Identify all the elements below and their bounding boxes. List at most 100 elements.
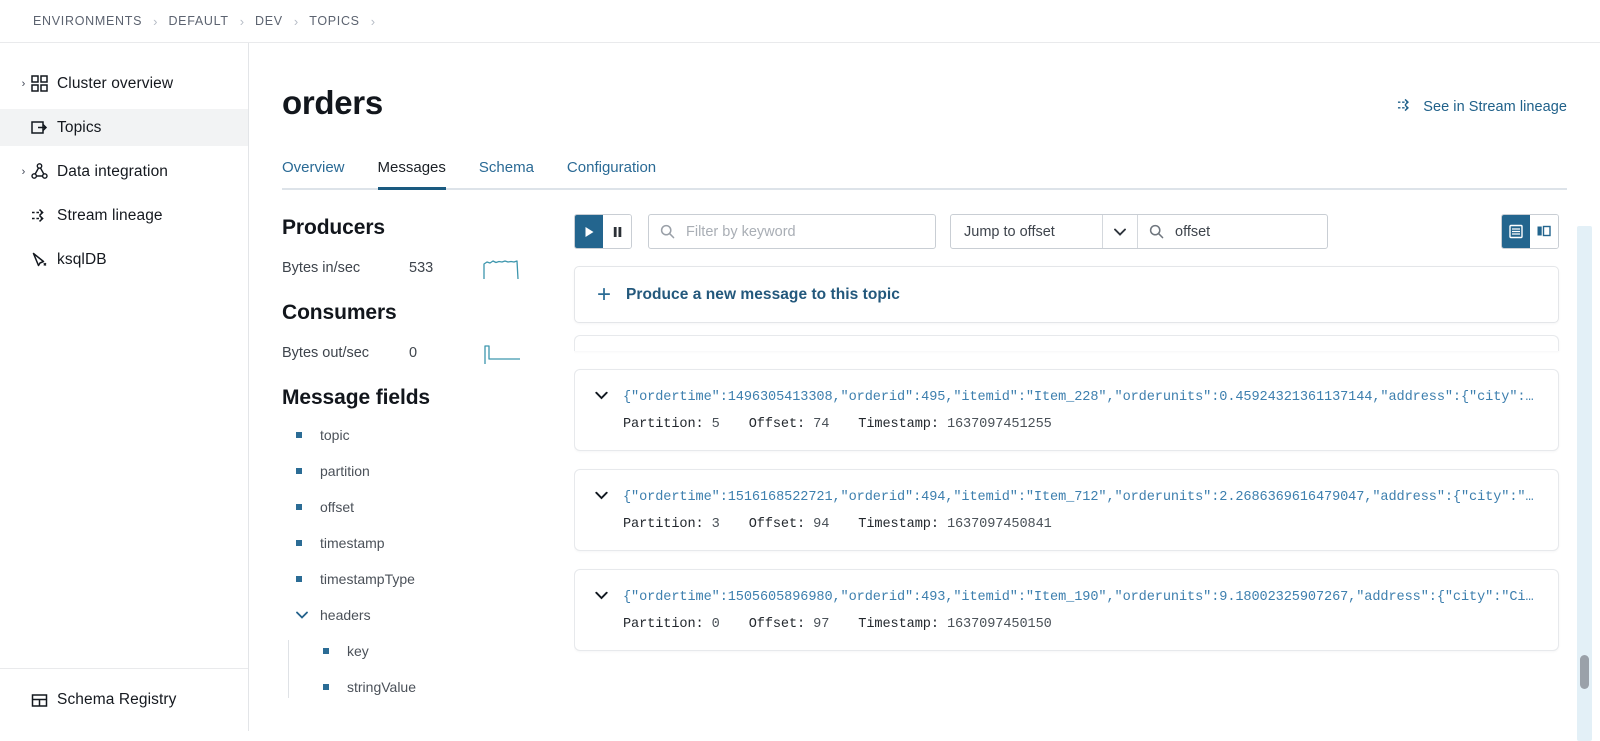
plus-icon: + xyxy=(597,280,612,308)
title-row: orders See in Stream lineage xyxy=(282,43,1567,119)
bytes-in-sparkline xyxy=(482,255,524,281)
offset-value: 97 xyxy=(813,617,830,632)
offset-value: 74 xyxy=(813,417,830,432)
field-label: topic xyxy=(320,427,350,443)
produce-message-label: Produce a new message to this topic xyxy=(626,285,900,303)
timestamp-label: Timestamp: xyxy=(858,417,939,432)
breadcrumb-item-default[interactable]: DEFAULT xyxy=(168,14,228,28)
message-list[interactable]: {"ordertime":1496305413308,"orderid":495… xyxy=(574,335,1600,731)
split-view-button[interactable] xyxy=(1530,215,1558,248)
field-item-stringvalue[interactable]: stringValue xyxy=(313,676,564,698)
breadcrumb-item-topics[interactable]: TOPICS xyxy=(309,14,360,28)
bytes-out-sparkline xyxy=(482,340,524,366)
bytes-in-label: Bytes in/sec xyxy=(282,260,361,276)
message-fields-heading: Message fields xyxy=(282,386,430,409)
app-root: ENVIRONMENTS › DEFAULT › DEV › TOPICS › … xyxy=(0,0,1600,741)
list-view-button[interactable] xyxy=(1502,215,1530,248)
chevron-right-icon[interactable]: › xyxy=(16,166,31,178)
bytes-in-value: 533 xyxy=(409,260,434,276)
offset-label: Offset: xyxy=(748,417,806,432)
search-icon xyxy=(1149,224,1164,239)
partition-value: 3 xyxy=(711,517,720,532)
filter-search-box[interactable] xyxy=(648,214,936,249)
scrollbar-thumb[interactable] xyxy=(1580,655,1589,689)
producers-heading: Producers xyxy=(282,216,385,239)
chevron-down-icon[interactable] xyxy=(593,391,610,400)
metrics-panel: Producers Bytes in/sec 533 Consumers Byt… xyxy=(282,190,574,731)
messages-toolbar: Jump to offset xyxy=(574,214,1600,249)
sidebar-item-schema-registry[interactable]: › Schema Registry xyxy=(0,669,248,731)
play-button[interactable] xyxy=(575,215,603,248)
sidebar-item-label: Data integration xyxy=(57,162,169,180)
breadcrumb-item-environments[interactable]: ENVIRONMENTS xyxy=(33,14,142,28)
sidebar-item-cluster-overview[interactable]: › Cluster overview xyxy=(0,65,248,102)
chevron-down-icon[interactable] xyxy=(593,491,610,500)
sidebar-item-label: Topics xyxy=(57,118,102,136)
message-card[interactable]: {"ordertime":1496305413308,"orderid":495… xyxy=(574,369,1559,451)
message-partition: Partition: 0 xyxy=(623,617,720,632)
partition-value: 0 xyxy=(711,617,720,632)
message-partition: Partition: 5 xyxy=(623,417,720,432)
message-timestamp: Timestamp: 1637097451255 xyxy=(858,417,1051,432)
see-in-stream-lineage-label: See in Stream lineage xyxy=(1423,99,1567,115)
timestamp-value: 1637097451255 xyxy=(946,417,1052,432)
message-meta: Partition: 3 Offset: 94 Timestamp: 16370… xyxy=(593,517,1538,532)
message-meta: Partition: 5 Offset: 74 Timestamp: 16370… xyxy=(593,417,1538,432)
message-list-scrollbar[interactable] xyxy=(1577,226,1592,741)
chevron-right-icon[interactable]: › xyxy=(16,78,31,90)
field-item-partition[interactable]: partition xyxy=(282,460,564,482)
messages-view: Producers Bytes in/sec 533 Consumers Byt… xyxy=(249,190,1600,741)
bullet-icon xyxy=(296,540,302,546)
message-card[interactable]: {"ordertime":1505605896980,"orderid":493… xyxy=(574,569,1559,651)
offset-input[interactable] xyxy=(1173,222,1327,241)
sidebar-item-data-integration[interactable]: › Data integration xyxy=(0,153,248,190)
chevron-down-icon[interactable] xyxy=(1102,215,1137,248)
tab-overview[interactable]: Overview xyxy=(282,159,345,190)
consumers-heading: Consumers xyxy=(282,301,397,324)
field-item-timestamp[interactable]: timestamp xyxy=(282,532,564,554)
partition-label: Partition: xyxy=(623,417,704,432)
field-label: partition xyxy=(320,463,370,479)
message-row-header: {"ordertime":1496305413308,"orderid":495… xyxy=(593,390,1538,405)
jump-mode-select[interactable]: Jump to offset xyxy=(951,215,1102,248)
bullet-icon xyxy=(296,432,302,438)
field-item-headers[interactable]: headers xyxy=(282,604,564,626)
bullet-icon xyxy=(296,576,302,582)
field-item-topic[interactable]: topic xyxy=(282,424,564,446)
bullet-icon xyxy=(296,504,302,510)
message-timestamp: Timestamp: 1637097450841 xyxy=(858,517,1051,532)
sidebar-item-stream-lineage[interactable]: › Stream lineage xyxy=(0,197,248,234)
breadcrumb-item-dev[interactable]: DEV xyxy=(255,14,283,28)
chevron-down-icon[interactable] xyxy=(296,611,308,619)
filter-input[interactable] xyxy=(684,222,935,241)
offset-input-wrap[interactable] xyxy=(1137,215,1327,248)
field-item-key[interactable]: key xyxy=(313,640,564,662)
produce-message-button[interactable]: + Produce a new message to this topic xyxy=(574,266,1559,323)
tab-configuration[interactable]: Configuration xyxy=(567,159,656,190)
producers-metric-row: Bytes in/sec 533 xyxy=(282,253,564,283)
headers-children-list: key stringValue xyxy=(288,640,564,698)
chevron-right-icon: › xyxy=(293,13,299,29)
sidebar-footer: › Schema Registry xyxy=(0,668,248,731)
offset-label: Offset: xyxy=(748,617,806,632)
see-in-stream-lineage-link[interactable]: See in Stream lineage xyxy=(1397,97,1567,117)
sidebar-item-topics[interactable]: › Topics xyxy=(0,109,248,146)
timestamp-label: Timestamp: xyxy=(858,617,939,632)
field-label: key xyxy=(347,643,369,659)
ksqldb-icon xyxy=(31,251,57,268)
message-card[interactable]: {"ordertime":1516168522721,"orderid":494… xyxy=(574,469,1559,551)
sidebar-item-ksqldb[interactable]: › ksqlDB xyxy=(0,241,248,278)
message-row-header: {"ordertime":1505605896980,"orderid":493… xyxy=(593,590,1538,605)
lineage-icon xyxy=(31,207,57,224)
tab-schema[interactable]: Schema xyxy=(479,159,534,190)
pause-button[interactable] xyxy=(603,215,631,248)
bullet-icon xyxy=(296,468,302,474)
tab-messages[interactable]: Messages xyxy=(377,159,446,190)
field-label: headers xyxy=(320,607,371,623)
message-row-header: {"ordertime":1516168522721,"orderid":494… xyxy=(593,490,1538,505)
field-item-timestamptype[interactable]: timestampType xyxy=(282,568,564,590)
grid-icon xyxy=(31,75,57,92)
search-icon xyxy=(660,224,675,239)
chevron-down-icon[interactable] xyxy=(593,591,610,600)
field-item-offset[interactable]: offset xyxy=(282,496,564,518)
